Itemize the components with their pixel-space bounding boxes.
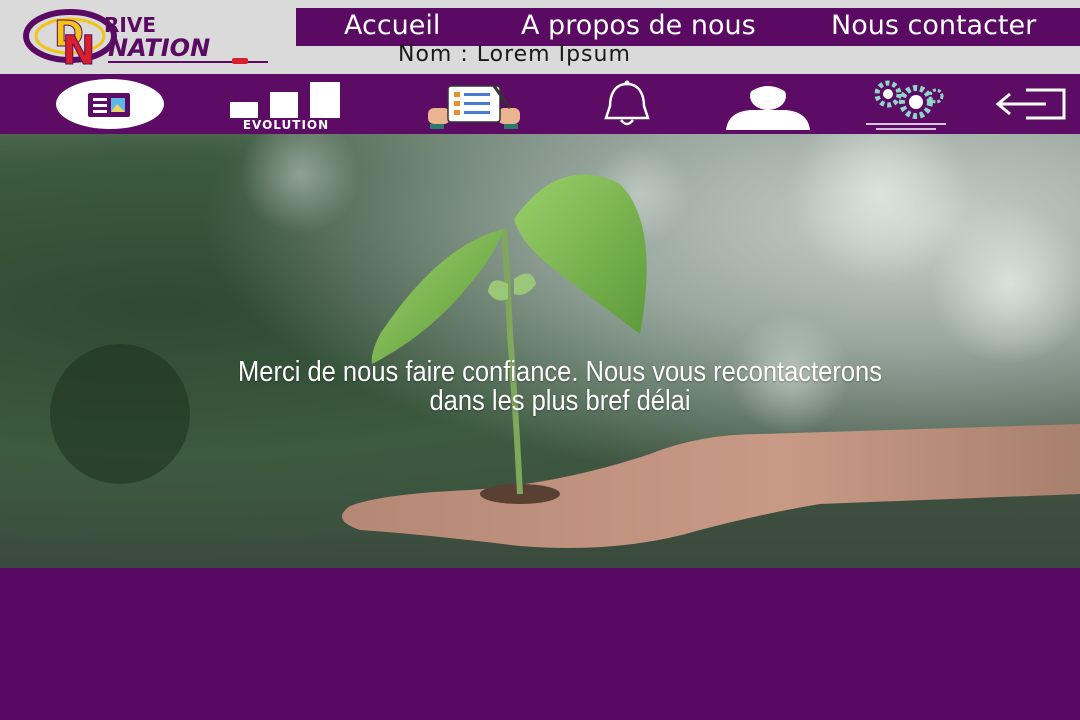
drive-nation-logo[interactable]: D N RIVE NATION [18,6,280,75]
toolbar-settings-button[interactable] [862,74,952,134]
user-name-label: Nom : Lorem Ipsum [398,42,631,67]
user-icon [726,82,810,130]
header: D N RIVE NATION Accueil A propos de nous… [0,0,1080,75]
svg-text:NATION: NATION [108,34,210,62]
confirmation-message-line-1: Merci de nous faire confiance. Nous vous… [237,356,882,388]
toolbar-evolution-button[interactable]: EVOLUTION [222,74,350,134]
confirmation-message-line-2: dans les plus bref délai [429,385,691,417]
nav-accueil-link[interactable]: Accueil [344,10,440,41]
nav-a-propos-link[interactable]: A propos de nous [521,10,756,41]
seedling-in-hand-image [50,134,1080,548]
toolbar-form-button[interactable] [424,74,524,134]
logout-icon [995,88,1066,120]
icon-toolbar: EVOLUTION [0,74,1080,134]
bell-icon [604,80,650,126]
form-checklist-icon [428,85,520,129]
toolbar-notifications-button[interactable] [592,74,662,134]
confirmation-message: Merci de nous faire confiance. Nous vous… [173,358,947,416]
nav-contact-link[interactable]: Nous contacter [831,10,1036,41]
footer-panel [0,568,1080,720]
top-nav: Accueil A propos de nous Nous contacter [296,8,1080,46]
gears-icon [866,80,946,130]
toolbar-logout-button[interactable] [990,74,1070,134]
svg-text:N: N [62,28,95,68]
toolbar-news-button[interactable] [55,74,165,134]
evolution-label: EVOLUTION [242,118,330,132]
hero-banner: Merci de nous faire confiance. Nous vous… [0,134,1080,568]
toolbar-profile-button[interactable] [720,74,816,134]
news-icon [56,79,164,129]
